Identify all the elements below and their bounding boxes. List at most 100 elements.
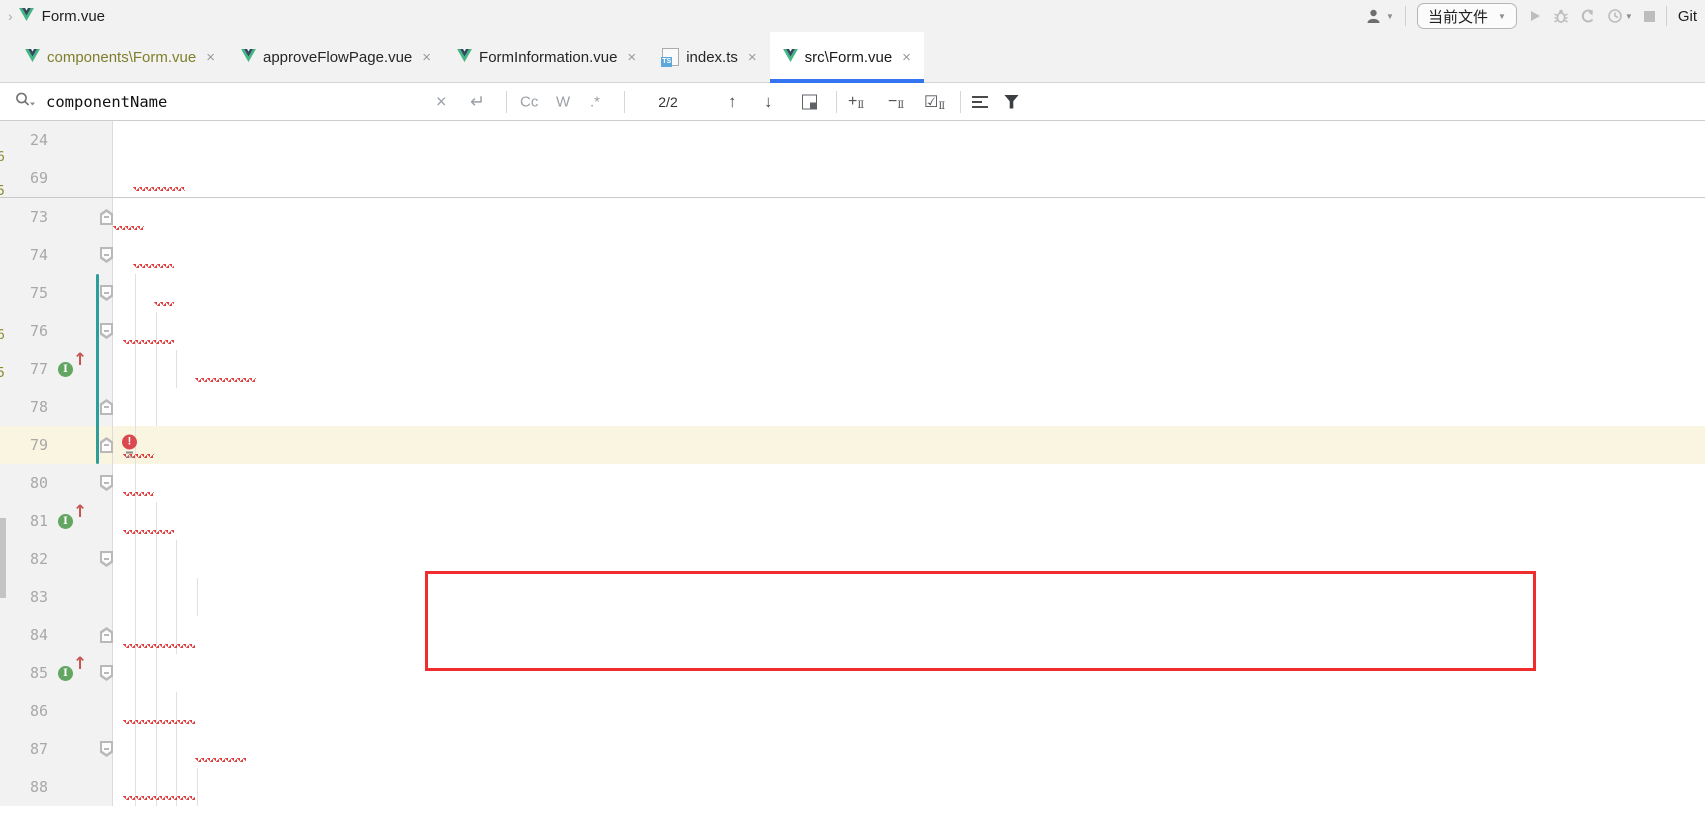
indent-guide [135, 502, 136, 540]
window-title: Form.vue [42, 8, 105, 25]
tab-close-icon[interactable]: × [902, 49, 911, 66]
left-edge-scrollbar-fragment [0, 518, 6, 598]
profiler-button[interactable]: ▼ [1607, 8, 1633, 24]
line-number: 88 [0, 768, 48, 806]
find-in-selection-toggle[interactable] [802, 94, 817, 109]
code-line-73[interactable]: 73 [0, 198, 1705, 236]
fold-marker-down[interactable] [100, 665, 113, 681]
code-line-88[interactable]: 88 [0, 768, 1705, 806]
divider [624, 91, 625, 113]
fold-marker-up[interactable] [100, 399, 113, 415]
match-case-toggle[interactable]: Cc [520, 93, 538, 110]
search-input[interactable] [44, 92, 428, 112]
filter-lines-icon[interactable] [972, 93, 988, 111]
code-line-81[interactable]: 81I↑ [0, 502, 1705, 540]
line-number: 84 [0, 616, 48, 654]
fold-marker-down[interactable] [100, 323, 113, 339]
fold-marker-down[interactable] [100, 285, 113, 301]
fold-marker-down[interactable] [100, 551, 113, 567]
filter-icon[interactable] [1004, 95, 1019, 109]
newline-toggle-icon[interactable]: ↵ [470, 91, 485, 112]
fold-marker-up[interactable] [100, 437, 113, 453]
vcs-change-marker[interactable] [96, 274, 99, 464]
line-number: 86 [0, 692, 48, 730]
indent-guide [135, 540, 136, 578]
add-occurrence-button[interactable]: +Ⅱ [848, 93, 864, 111]
code-line-86[interactable]: 86 [0, 692, 1705, 730]
chevron-down-icon: ▼ [1498, 12, 1506, 21]
tab-label: index.ts [686, 49, 738, 66]
tab-close-icon[interactable]: × [206, 49, 215, 66]
indent-guide [176, 540, 177, 578]
tab-close-icon[interactable]: × [627, 49, 636, 66]
line-number: 82 [0, 540, 48, 578]
tab-close-icon[interactable]: × [422, 49, 431, 66]
words-toggle[interactable]: W [556, 93, 570, 110]
regex-toggle[interactable]: .* [590, 93, 600, 110]
code-line-80[interactable]: 80 [0, 464, 1705, 502]
tab-src-Form.vue[interactable]: src\Form.vue × [770, 32, 924, 82]
line-number: 78 [0, 388, 48, 426]
line-number: 73 [0, 198, 48, 236]
vue-file-icon [19, 8, 34, 25]
fold-marker-down[interactable] [100, 247, 113, 263]
fold-marker-down[interactable] [100, 475, 113, 491]
run-config-label: 当前文件 [1428, 6, 1488, 27]
error-squiggle [113, 226, 144, 230]
line-number: 74 [0, 236, 48, 274]
indent-guide [156, 502, 157, 540]
user-icon[interactable]: ▼ [1366, 8, 1394, 24]
run-config-selector[interactable]: 当前文件 ▼ [1417, 3, 1517, 29]
code-line-77[interactable]: 77I↑ [0, 350, 1705, 388]
chevron-down-icon: ▼ [1386, 12, 1394, 21]
tab-close-icon[interactable]: × [748, 49, 757, 66]
indent-guide [135, 692, 136, 730]
left-edge-artifact-digit: 5 [0, 366, 5, 381]
code-line-87[interactable]: 87 [0, 730, 1705, 768]
indent-guide [135, 654, 136, 692]
code-editor[interactable]: 2469 7374757677I↑7879!8081I↑82838485I↑86… [0, 121, 1705, 820]
previous-match-button[interactable]: ↑ [728, 92, 737, 112]
annotation-red-box [425, 571, 1536, 671]
error-squiggle [195, 378, 256, 382]
tab-index.ts[interactable]: TSindex.ts× [649, 32, 769, 82]
clear-search-icon[interactable]: × [436, 91, 447, 112]
tab-label: src\Form.vue [805, 49, 893, 66]
select-all-occurrences-button[interactable]: ☑Ⅱ [924, 92, 945, 112]
indent-guide [135, 464, 136, 502]
tab-FormInformation.vue[interactable]: FormInformation.vue × [444, 32, 649, 82]
vue-file-icon [241, 49, 256, 66]
tab-approveFlowPage.vue[interactable]: approveFlowPage.vue× [228, 32, 444, 82]
usages-gutter-icon[interactable]: I↑ [58, 662, 90, 684]
run-button[interactable] [1528, 9, 1542, 23]
tab-label: FormInformation.vue [479, 49, 617, 66]
code-line-76[interactable]: 76 [0, 312, 1705, 350]
usages-gutter-icon[interactable]: I↑ [58, 358, 90, 380]
tab-components-Form.vue[interactable]: components\Form.vue× [12, 32, 228, 82]
code-line-69[interactable]: 69 [0, 159, 1705, 197]
code-line-74[interactable]: 74 [0, 236, 1705, 274]
code-line-24[interactable]: 24 [0, 121, 1705, 159]
git-widget[interactable]: Git [1678, 8, 1699, 25]
divider [836, 91, 837, 113]
divider [1666, 6, 1667, 26]
search-icon[interactable] [14, 90, 36, 113]
code-line-78[interactable]: 78 [0, 388, 1705, 426]
fold-marker-up[interactable] [100, 627, 113, 643]
stop-button[interactable] [1644, 11, 1655, 22]
next-match-button[interactable]: ↓ [764, 92, 773, 112]
indent-guide [135, 616, 136, 654]
usages-gutter-icon[interactable]: I↑ [58, 510, 90, 532]
fold-marker-down[interactable] [100, 741, 113, 757]
indent-guide [176, 578, 177, 616]
remove-occurrence-button[interactable]: −Ⅱ [888, 93, 904, 111]
fold-marker-up[interactable] [100, 209, 113, 225]
debug-button[interactable] [1553, 8, 1569, 24]
coverage-button[interactable] [1580, 8, 1596, 24]
code-line-79[interactable]: 79! [0, 426, 1705, 464]
indent-guide [156, 730, 157, 768]
code-line-75[interactable]: 75 [0, 274, 1705, 312]
left-edge-artifact-digit: 5 [0, 184, 5, 199]
line-number: 83 [0, 578, 48, 616]
error-intention-icon[interactable]: ! [122, 435, 138, 456]
